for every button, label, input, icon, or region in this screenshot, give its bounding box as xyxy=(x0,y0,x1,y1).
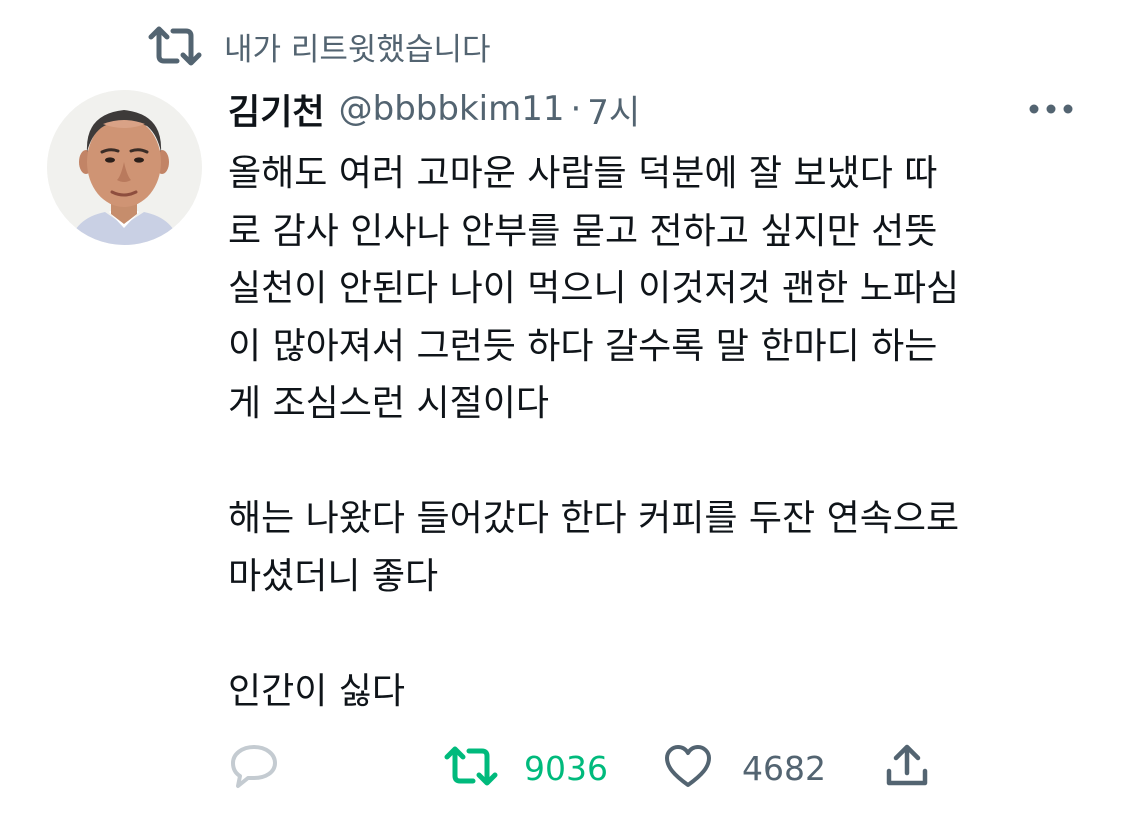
retweet-icon xyxy=(148,26,202,66)
share-icon xyxy=(884,743,930,793)
retweet-banner-text: 내가 리트윗했습니다 xyxy=(224,31,491,68)
retweet-count: 9036 xyxy=(524,748,608,788)
tweet-line: 실천이 안된다 나이 먹으니 이것저것 괜한 노파심 xyxy=(228,268,960,309)
tweet-paragraph: 올해도 여러 고마운 사람들 덕분에 잘 보냈다 따 로 감사 인사나 안부를 … xyxy=(228,145,1098,433)
share-button[interactable] xyxy=(884,742,930,794)
tweet-text: 올해도 여러 고마운 사람들 덕분에 잘 보냈다 따 로 감사 인사나 안부를 … xyxy=(228,145,1098,720)
retweet-button[interactable]: 9036 xyxy=(444,742,608,794)
tweet-line: 마셨더니 좋다 xyxy=(228,555,439,597)
tweet-time[interactable]: 7시 xyxy=(587,85,640,134)
display-name[interactable]: 김기천 xyxy=(228,84,325,135)
tweet-line: 게 조심스런 시절이다 xyxy=(228,383,549,424)
tweet-line: 인간이 싫다 xyxy=(228,670,406,712)
tweet-header: 김기천 @bbbbkim11 · 7시 xyxy=(228,84,640,134)
tweet-line: 로 감사 인사나 안부를 묻고 전하고 싶지만 선뜻 xyxy=(228,210,938,252)
tweet-line: 이 많아져서 그런듯 하다 갈수록 말 한마디 하는 xyxy=(228,325,938,367)
like-count: 4682 xyxy=(742,748,826,788)
tweet-line: 해는 나왔다 들어갔다 한다 커피를 두잔 연속으로 xyxy=(228,498,960,539)
tweet-paragraph: 인간이 싫다 xyxy=(228,663,1098,721)
user-handle[interactable]: @bbbbkim11 xyxy=(339,89,565,129)
action-bar: 9036 4682 xyxy=(0,742,1125,794)
tweet-paragraph: 해는 나왔다 들어갔다 한다 커피를 두잔 연속으로 마셨더니 좋다 xyxy=(228,490,1098,605)
heart-icon xyxy=(664,744,712,792)
reply-button[interactable] xyxy=(230,742,278,794)
reply-icon xyxy=(230,743,278,793)
retweet-icon xyxy=(444,745,498,791)
more-icon[interactable] xyxy=(1026,95,1076,123)
retweet-banner: 내가 리트윗했습니다 xyxy=(148,22,491,70)
avatar[interactable] xyxy=(47,90,202,245)
like-button[interactable]: 4682 xyxy=(664,742,826,794)
separator-dot: · xyxy=(570,89,582,129)
tweet-line: 올해도 여러 고마운 사람들 덕분에 잘 보냈다 따 xyxy=(228,153,938,194)
